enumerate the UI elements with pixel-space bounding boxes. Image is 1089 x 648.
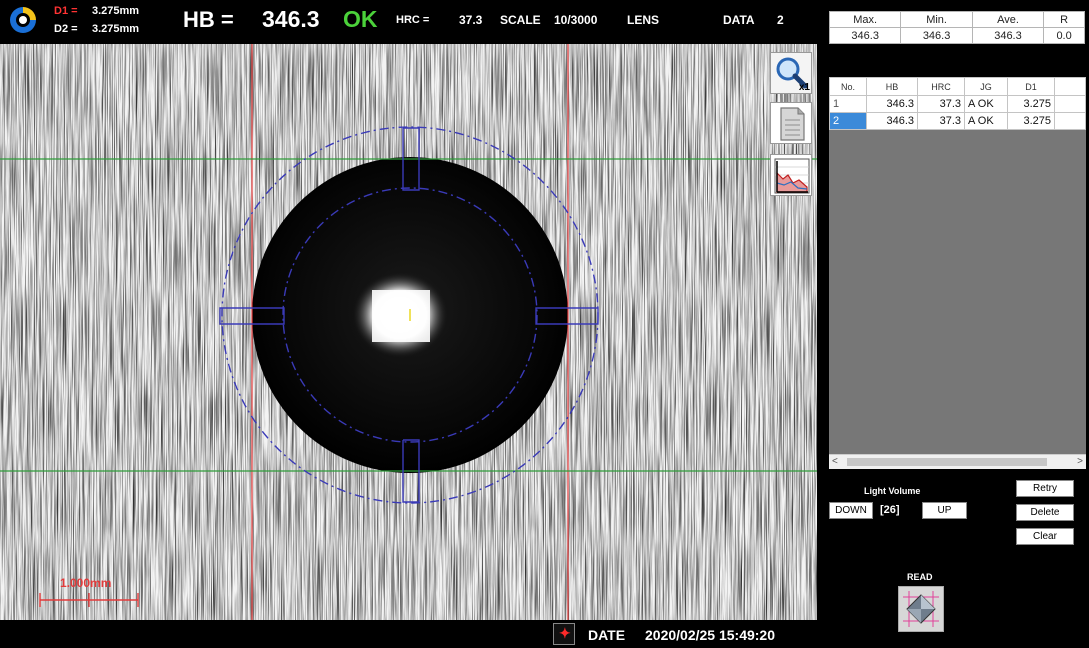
measurement-header: D1 = 3.275mm D2 = 3.275mm HB = 346.3 OK … bbox=[0, 0, 820, 44]
clear-button[interactable]: Clear bbox=[1016, 528, 1074, 545]
scrollbar-thumb[interactable] bbox=[847, 458, 1047, 466]
chart-button[interactable] bbox=[770, 154, 812, 196]
capture-button[interactable]: ✦ bbox=[553, 623, 575, 645]
crosshair-icon: ✦ bbox=[559, 625, 571, 641]
result-status: OK bbox=[343, 6, 378, 32]
document-icon bbox=[780, 107, 805, 141]
row-d1: 3.275 bbox=[1007, 95, 1055, 113]
indentation-image-view[interactable]: 1.000mm x1 bbox=[0, 44, 817, 620]
data-label: DATA bbox=[723, 13, 755, 27]
scale-value: 10/3000 bbox=[554, 13, 598, 27]
stat-header: R bbox=[1043, 11, 1085, 28]
stat-ave: 346.3 bbox=[971, 27, 1045, 44]
stat-range: 0.0 bbox=[1043, 27, 1085, 44]
stat-min: 346.3 bbox=[900, 27, 973, 44]
row-judgement: A OK bbox=[964, 112, 1008, 130]
results-panel: Max. Min. Ave. R 346.3 346.3 346.3 0.0 N… bbox=[820, 0, 1089, 648]
stat-header: Ave. bbox=[971, 11, 1045, 28]
indentation-image: 1.000mm bbox=[0, 44, 817, 620]
column-header: HB bbox=[866, 77, 918, 96]
lens-label: LENS bbox=[627, 13, 660, 27]
light-up-button[interactable]: UP bbox=[922, 502, 967, 519]
stat-header: Max. bbox=[828, 11, 902, 28]
column-header: No. bbox=[829, 77, 867, 96]
hrc-value: 37.3 bbox=[459, 13, 483, 27]
row-number: 2 bbox=[829, 112, 867, 130]
row-hb: 346.3 bbox=[866, 112, 918, 130]
light-volume-title: Light Volume bbox=[864, 486, 921, 496]
date-value: 2020/02/25 15:49:20 bbox=[645, 627, 775, 643]
zoom-button[interactable]: x1 bbox=[770, 52, 812, 94]
row-judgement: A OK bbox=[964, 95, 1008, 113]
column-header bbox=[1054, 77, 1086, 96]
scale-label: SCALE bbox=[500, 13, 541, 27]
hb-value: 346.3 bbox=[262, 6, 320, 32]
row-hrc: 37.3 bbox=[917, 95, 965, 113]
footer-bar: ✦ DATE 2020/02/25 15:49:20 bbox=[0, 620, 820, 648]
hb-label: HB = bbox=[183, 7, 234, 32]
column-header: JG bbox=[964, 77, 1008, 96]
column-header: HRC bbox=[917, 77, 965, 96]
row-hb: 346.3 bbox=[866, 95, 918, 113]
light-down-button[interactable]: DOWN bbox=[829, 502, 873, 519]
report-button[interactable] bbox=[770, 102, 812, 144]
horizontal-scrollbar[interactable]: < > bbox=[829, 454, 1086, 469]
table-row[interactable]: 1 346.3 37.3 A OK 3.275 bbox=[829, 95, 1086, 113]
d2-value: 3.275mm bbox=[92, 23, 140, 35]
diamond-indent-icon bbox=[903, 591, 939, 627]
records-list[interactable]: No. HB HRC JG D1 1 346.3 37.3 A OK 3.275… bbox=[829, 77, 1086, 469]
stat-max: 346.3 bbox=[828, 27, 902, 44]
chart-icon bbox=[774, 158, 810, 194]
scale-bar-label: 1.000mm bbox=[60, 576, 111, 590]
statistics-table: Max. Min. Ave. R 346.3 346.3 346.3 0.0 bbox=[828, 11, 1085, 44]
delete-button[interactable]: Delete bbox=[1016, 504, 1074, 521]
light-volume-value: [26] bbox=[880, 504, 900, 516]
d1-label: D1 = bbox=[54, 5, 78, 17]
d2-label: D2 = bbox=[54, 23, 78, 35]
scroll-right-icon[interactable]: > bbox=[1077, 455, 1083, 469]
row-number: 1 bbox=[829, 95, 867, 113]
table-row-selected[interactable]: 2 346.3 37.3 A OK 3.275 bbox=[829, 112, 1086, 130]
app-logo-icon bbox=[10, 7, 36, 33]
hrc-label: HRC = bbox=[396, 14, 430, 26]
date-label: DATE bbox=[588, 627, 626, 643]
zoom-level: x1 bbox=[798, 82, 810, 93]
records-table: No. HB HRC JG D1 1 346.3 37.3 A OK 3.275… bbox=[829, 77, 1086, 130]
stat-header: Min. bbox=[900, 11, 973, 28]
read-button[interactable] bbox=[898, 586, 944, 632]
row-d1: 3.275 bbox=[1007, 112, 1055, 130]
retry-button[interactable]: Retry bbox=[1016, 480, 1074, 497]
d1-value: 3.275mm bbox=[92, 5, 140, 17]
scroll-left-icon[interactable]: < bbox=[832, 455, 838, 469]
row-hrc: 37.3 bbox=[917, 112, 965, 130]
column-header: D1 bbox=[1007, 77, 1055, 96]
read-label: READ bbox=[907, 572, 933, 582]
data-count: 2 bbox=[777, 13, 784, 27]
